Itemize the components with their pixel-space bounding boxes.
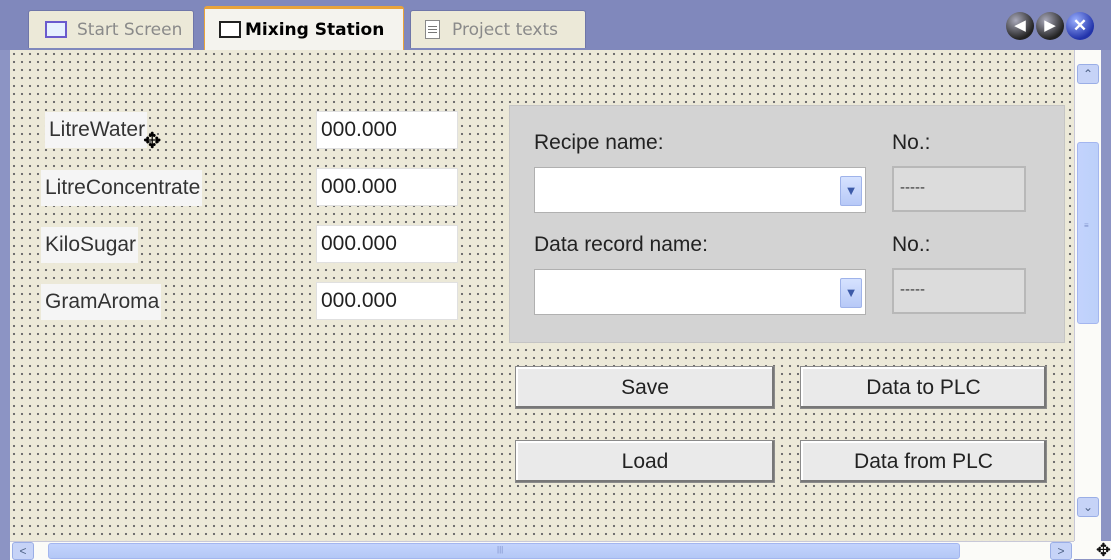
vertical-scrollbar[interactable]: ⌃ ≡ ⌄ [1074,50,1101,541]
close-tab-button[interactable]: ✕ [1066,12,1094,40]
editor-tab-bar: Start Screen Mixing Station Project text… [0,0,1111,50]
recipe-number-field: ----- [892,166,1026,212]
data-record-number-label: No.: [892,233,931,256]
load-button[interactable]: Load [515,440,775,483]
label-litre-concentrate[interactable]: LitreConcentrate [41,170,203,206]
data-record-number-field: ----- [892,268,1026,314]
scroll-up-button[interactable]: ⌃ [1077,64,1099,84]
label-litre-water[interactable]: LitreWater [45,112,148,148]
chevron-down-icon[interactable]: ▼ [840,176,862,206]
io-field-litre-concentrate[interactable]: 000.000 [316,168,458,206]
text-document-icon [425,20,440,39]
data-to-plc-button[interactable]: Data to PLC [800,366,1047,409]
label-gram-aroma[interactable]: GramAroma [41,284,162,320]
pan-move-icon[interactable]: ✥ [1074,541,1111,559]
label-kilo-sugar[interactable]: KiloSugar [41,227,139,263]
tab-label: Project texts [452,19,558,40]
previous-tab-button[interactable]: ◀ [1006,12,1034,40]
tab-label: Mixing Station [245,19,385,40]
scroll-right-button[interactable]: > [1050,542,1072,560]
save-button[interactable]: Save [515,366,775,409]
vertical-scroll-thumb[interactable]: ≡ [1077,142,1099,324]
io-field-gram-aroma[interactable]: 000.000 [316,282,458,320]
next-tab-button[interactable]: ▶ [1036,12,1064,40]
recipe-name-dropdown[interactable]: ▼ [534,167,866,213]
recipe-number-label: No.: [892,131,931,154]
horizontal-scrollbar[interactable]: < ||| > [10,541,1074,560]
scroll-left-button[interactable]: < [12,542,34,560]
grip-icon: ≡ [1084,221,1089,230]
grip-icon: ||| [497,545,504,554]
tab-project-texts[interactable]: Project texts [410,10,586,48]
tab-start-screen[interactable]: Start Screen [28,10,194,48]
data-record-name-label: Data record name: [534,233,708,256]
screen-icon [219,21,241,38]
data-from-plc-button[interactable]: Data from PLC [800,440,1047,483]
scroll-down-button[interactable]: ⌄ [1077,497,1099,517]
data-record-name-dropdown[interactable]: ▼ [534,269,866,315]
tab-label: Start Screen [77,19,183,40]
screen-canvas[interactable]: LitreWater 000.000 LitreConcentrate 000.… [10,50,1074,541]
horizontal-scroll-thumb[interactable]: ||| [48,543,960,559]
move-cursor-icon: ✥ [143,128,162,153]
tab-mixing-station[interactable]: Mixing Station [204,6,404,50]
recipe-name-label: Recipe name: [534,131,664,154]
screen-icon [45,21,67,38]
io-field-kilo-sugar[interactable]: 000.000 [316,225,458,263]
io-field-litre-water[interactable]: 000.000 [316,111,458,149]
chevron-down-icon[interactable]: ▼ [840,278,862,308]
recipe-view[interactable]: Recipe name: No.: ▼ ----- Data record na… [509,105,1065,343]
